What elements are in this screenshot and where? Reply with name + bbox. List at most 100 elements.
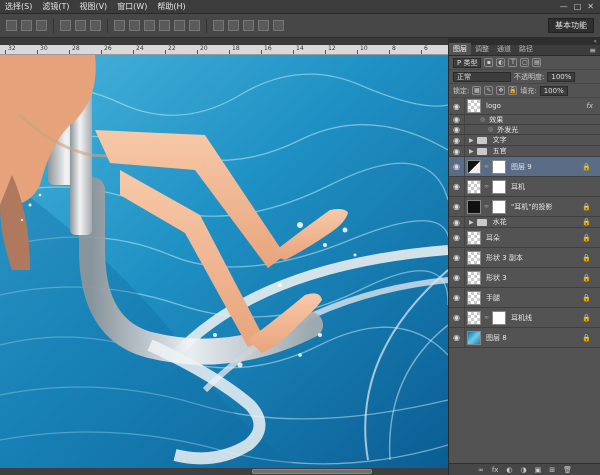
distribute-vcenter-icon[interactable] xyxy=(129,20,140,31)
menu-filter[interactable]: 滤镜(T) xyxy=(37,1,74,12)
layer-thumbnail[interactable] xyxy=(467,159,481,174)
mask-link-icon[interactable]: ∞ xyxy=(484,314,489,321)
blend-mode-dropdown[interactable]: 正常 xyxy=(453,71,511,82)
align-top-icon[interactable] xyxy=(6,20,17,31)
visibility-eye-icon[interactable]: ◉ xyxy=(449,268,465,287)
adjustment-filter-icon[interactable]: ◐ xyxy=(496,58,506,67)
distribute-hcenter-icon[interactable] xyxy=(174,20,185,31)
mask-link-icon[interactable]: ∞ xyxy=(484,163,489,170)
canvas[interactable] xyxy=(0,55,448,468)
new-adjustment-icon[interactable]: ◑ xyxy=(521,466,527,474)
layer-thumbnail[interactable] xyxy=(467,270,481,285)
visibility-eye-icon[interactable]: ◉ xyxy=(449,308,465,327)
visibility-eye-icon[interactable]: ◉ xyxy=(449,157,465,176)
scrollbar-thumb[interactable] xyxy=(252,469,372,474)
layer-thumbnail[interactable] xyxy=(467,330,481,345)
visibility-eye-icon[interactable]: ◉ xyxy=(449,248,465,267)
lock-transparent-icon[interactable]: ▦ xyxy=(472,86,482,95)
layer-row[interactable]: ◉ logo fx xyxy=(449,98,600,115)
panel-menu-icon[interactable]: ≡ xyxy=(589,46,600,55)
visibility-eye-icon[interactable]: ◉ xyxy=(449,98,465,114)
distribute-bottom-icon[interactable] xyxy=(144,20,155,31)
document-tab-strip[interactable] xyxy=(0,38,448,45)
auto-align-icon[interactable] xyxy=(213,20,224,31)
delete-layer-icon[interactable]: 🗑 xyxy=(563,466,572,474)
layer-row[interactable]: ◉ ◎ 效果 xyxy=(449,115,600,125)
expand-arrow-icon[interactable]: ▶ xyxy=(469,148,474,155)
smart-object-filter-icon[interactable]: ▤ xyxy=(532,58,542,67)
link-layers-icon[interactable]: ∞ xyxy=(478,466,484,474)
opacity-field[interactable]: 100% xyxy=(547,71,576,82)
3d-rotate-icon[interactable] xyxy=(243,20,254,31)
layer-row[interactable]: ◉ ∞ 图层 9 🔒 xyxy=(449,157,600,177)
layer-thumbnail[interactable] xyxy=(467,290,481,305)
menu-help[interactable]: 帮助(H) xyxy=(152,1,190,12)
expand-arrow-icon[interactable]: ▶ xyxy=(469,137,474,144)
effect-eye-icon[interactable]: ◎ xyxy=(480,116,485,123)
expand-arrow-icon[interactable]: ▶ xyxy=(469,219,474,226)
layer-thumbnail[interactable] xyxy=(467,230,481,245)
filter-kind-dropdown[interactable]: P 类型 xyxy=(453,57,482,68)
visibility-eye-icon[interactable]: ◉ xyxy=(449,115,465,124)
tab-channels[interactable]: 通道 xyxy=(493,43,515,55)
layer-row[interactable]: ◉ ▶ 文字 xyxy=(449,135,600,146)
distribute-left-icon[interactable] xyxy=(159,20,170,31)
visibility-eye-icon[interactable]: ◉ xyxy=(449,125,465,134)
minimize-icon[interactable]: — xyxy=(560,2,568,11)
visibility-eye-icon[interactable]: ◉ xyxy=(449,177,465,196)
menu-window[interactable]: 窗口(W) xyxy=(112,1,152,12)
mask-link-icon[interactable]: ∞ xyxy=(484,183,489,190)
align-bottom-icon[interactable] xyxy=(36,20,47,31)
new-group-icon[interactable]: ▣ xyxy=(535,466,542,474)
layer-mask-thumbnail[interactable] xyxy=(492,310,506,325)
lock-image-icon[interactable]: ✎ xyxy=(484,86,494,95)
align-vcenter-icon[interactable] xyxy=(21,20,32,31)
mask-link-icon[interactable]: ∞ xyxy=(484,203,489,210)
layer-fx-icon[interactable]: fx xyxy=(586,102,593,110)
shape-filter-icon[interactable]: ▢ xyxy=(520,58,530,67)
layer-thumbnail[interactable] xyxy=(467,99,481,113)
layer-row[interactable]: ◉ 图层 8 🔒 xyxy=(449,328,600,348)
layer-thumbnail[interactable] xyxy=(467,250,481,265)
distribute-right-icon[interactable] xyxy=(189,20,200,31)
fill-field[interactable]: 100% xyxy=(539,85,568,96)
visibility-eye-icon[interactable]: ◉ xyxy=(449,146,465,156)
add-mask-icon[interactable]: ◐ xyxy=(506,466,512,474)
menu-select[interactable]: 选择(S) xyxy=(0,1,37,12)
workspace-button[interactable]: 基本功能 xyxy=(548,18,594,33)
layer-row[interactable]: ◉ 耳朵 🔒 xyxy=(449,228,600,248)
maximize-icon[interactable]: □ xyxy=(574,2,582,11)
close-icon[interactable]: ✕ xyxy=(587,2,594,11)
layer-mask-thumbnail[interactable] xyxy=(492,179,506,194)
layer-thumbnail[interactable] xyxy=(467,310,481,325)
layer-row[interactable]: ◉ ∞ 耳机 xyxy=(449,177,600,197)
visibility-eye-icon[interactable]: ◉ xyxy=(449,217,465,227)
pixel-filter-icon[interactable]: ▪ xyxy=(484,58,494,67)
3d-slide-icon[interactable] xyxy=(273,20,284,31)
add-style-icon[interactable]: fx xyxy=(492,466,499,474)
tab-adjustments[interactable]: 调整 xyxy=(471,43,493,55)
layer-row[interactable]: ◉ 手腿 🔒 xyxy=(449,288,600,308)
align-left-icon[interactable] xyxy=(60,20,71,31)
lock-position-icon[interactable]: ✥ xyxy=(496,86,506,95)
horizontal-scrollbar[interactable] xyxy=(0,468,448,475)
tab-layers[interactable]: 图层 xyxy=(449,43,471,55)
effect-eye-icon[interactable]: ◎ xyxy=(488,126,493,133)
horizontal-ruler[interactable]: 32 30 28 26 24 22 20 18 16 14 12 10 8 6 xyxy=(0,45,448,55)
visibility-eye-icon[interactable]: ◉ xyxy=(449,288,465,307)
layer-row[interactable]: ◉ 形状 3 副本 🔒 xyxy=(449,248,600,268)
align-right-icon[interactable] xyxy=(90,20,101,31)
3d-mode-icon[interactable] xyxy=(228,20,239,31)
layer-row[interactable]: ◉ ∞ "耳机"的投影 🔒 xyxy=(449,197,600,217)
layer-row[interactable]: ◉ 形状 3 🔒 xyxy=(449,268,600,288)
visibility-eye-icon[interactable]: ◉ xyxy=(449,228,465,247)
layer-thumbnail[interactable] xyxy=(467,179,481,194)
layer-row[interactable]: ◉ ▶ 五官 xyxy=(449,146,600,157)
3d-pan-icon[interactable] xyxy=(258,20,269,31)
layer-mask-thumbnail[interactable] xyxy=(492,159,506,174)
layer-row[interactable]: ◉ ◎ 外发光 xyxy=(449,125,600,135)
layer-thumbnail[interactable] xyxy=(467,199,481,214)
layer-row[interactable]: ◉ ∞ 耳机线 🔒 xyxy=(449,308,600,328)
layer-row[interactable]: ◉ ▶ 水花 🔒 xyxy=(449,217,600,228)
menu-view[interactable]: 视图(V) xyxy=(74,1,112,12)
